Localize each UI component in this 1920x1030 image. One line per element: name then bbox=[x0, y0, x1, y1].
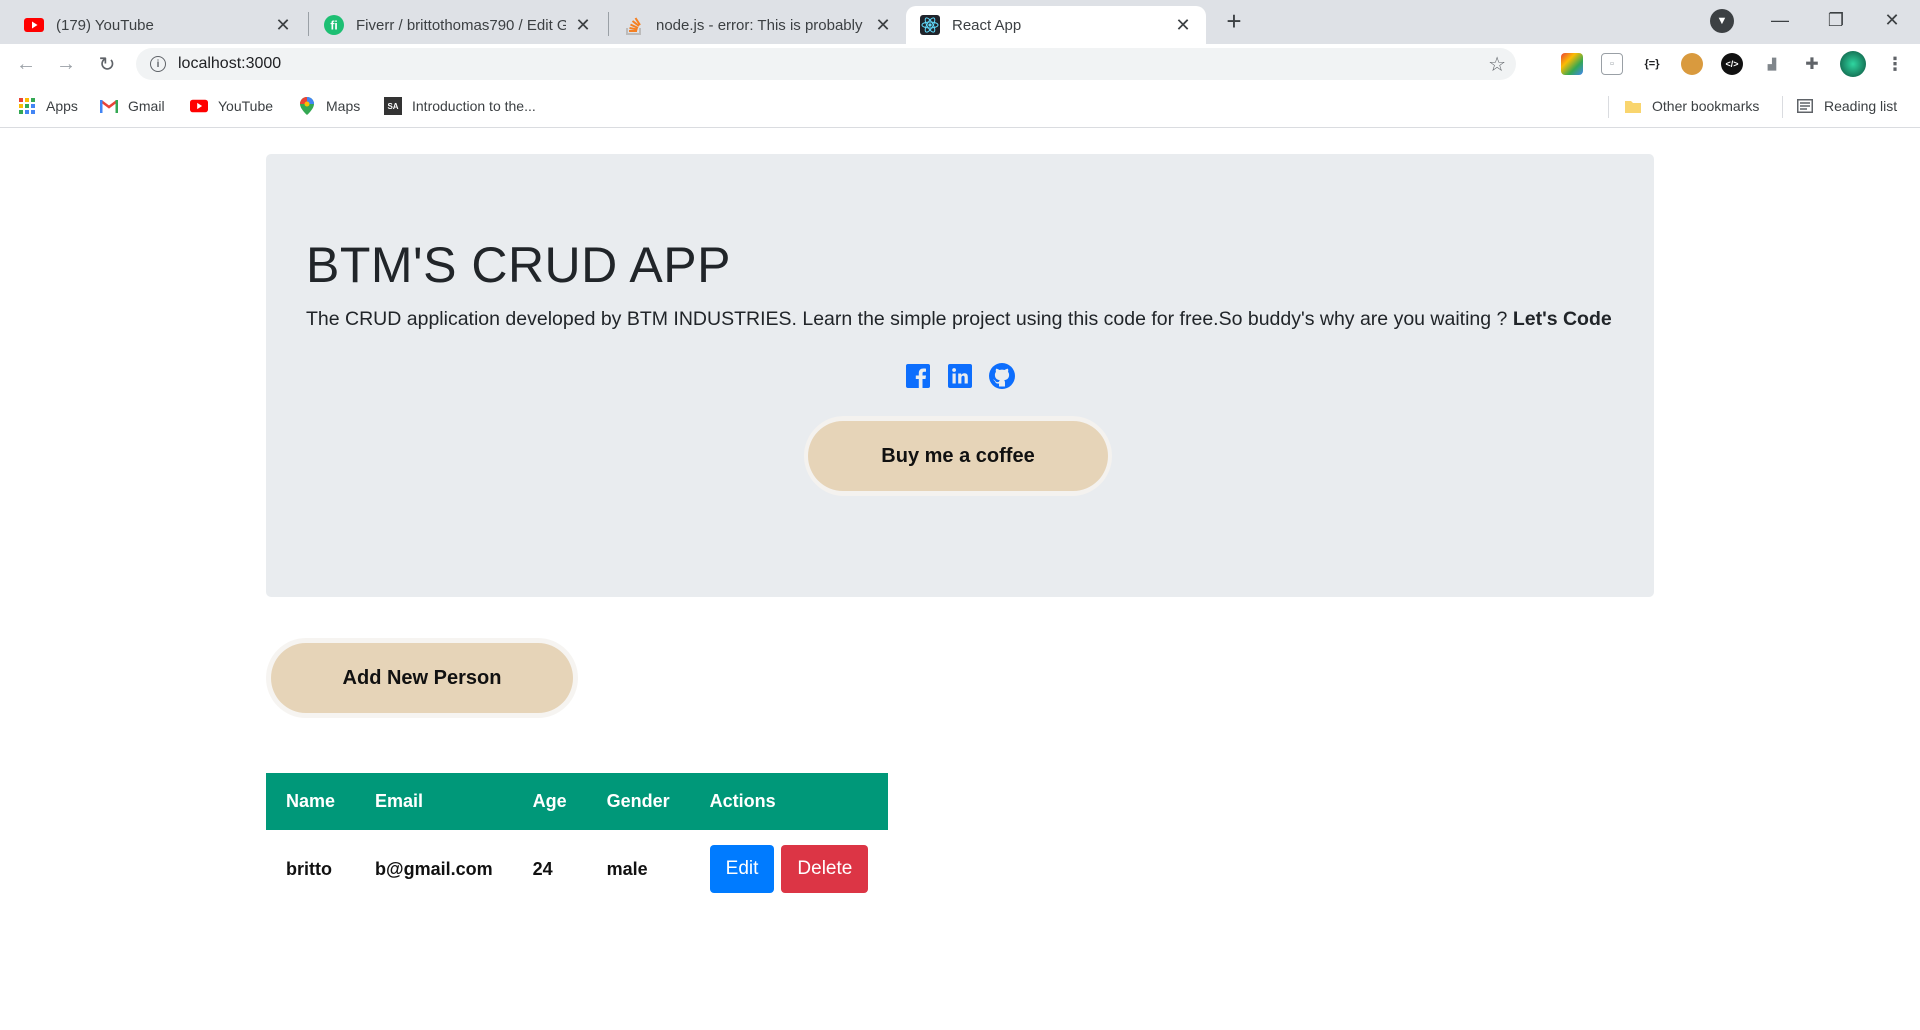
edit-button[interactable]: Edit bbox=[709, 845, 775, 893]
url-text: localhost:3000 bbox=[178, 55, 282, 72]
bookmark-star-icon[interactable]: ☆ bbox=[1488, 52, 1506, 77]
bookmark-apps[interactable]: Apps bbox=[18, 96, 78, 116]
hero-lead-bold: Let's Code bbox=[1512, 308, 1612, 330]
bookmark-label: Apps bbox=[46, 98, 78, 114]
restore-icon[interactable]: ❐ bbox=[1808, 0, 1864, 40]
cell-gender: male bbox=[606, 858, 648, 879]
tab-divider bbox=[608, 12, 609, 36]
cell-email: b@gmail.com bbox=[375, 858, 493, 879]
delete-button[interactable]: Delete bbox=[781, 845, 869, 893]
tab-title: Fiverr / brittothomas790 / Edit Gi bbox=[356, 16, 566, 34]
site-info-icon[interactable]: i bbox=[150, 56, 166, 72]
new-tab-button[interactable]: + bbox=[1218, 6, 1250, 38]
close-tab-icon[interactable]: ✕ bbox=[574, 15, 592, 36]
bookmark-introduction[interactable]: SA Introduction to the... bbox=[384, 96, 536, 116]
bookmark-label: YouTube bbox=[218, 98, 274, 114]
bookmark-gmail[interactable]: Gmail bbox=[100, 96, 165, 116]
hero-jumbotron: BTM'S CRUD APP The CRUD application deve… bbox=[266, 154, 1654, 597]
tab-react-app[interactable]: React App ✕ bbox=[906, 6, 1206, 44]
cell-actions: Edit Delete bbox=[690, 830, 889, 908]
extension-json-icon[interactable]: {=} bbox=[1641, 53, 1663, 75]
bookmark-label: Maps bbox=[326, 98, 361, 114]
extension-chart-icon[interactable]: ▟ bbox=[1761, 53, 1783, 75]
github-icon[interactable] bbox=[988, 362, 1016, 390]
bookmark-youtube[interactable]: YouTube bbox=[190, 96, 273, 116]
bookmark-other[interactable]: Other bookmarks bbox=[1624, 96, 1759, 116]
profile-avatar[interactable] bbox=[1840, 51, 1866, 77]
gmail-icon bbox=[100, 97, 118, 115]
column-header-actions: Actions bbox=[689, 773, 889, 830]
site-icon: SA bbox=[384, 97, 402, 115]
folder-icon bbox=[1624, 97, 1642, 115]
extension-cookie-icon[interactable] bbox=[1681, 53, 1703, 75]
minimize-icon[interactable]: — bbox=[1752, 0, 1808, 40]
svg-text:fi: fi bbox=[330, 19, 337, 33]
bookmark-maps[interactable]: Maps bbox=[298, 96, 360, 116]
tab-title: React App bbox=[952, 16, 1022, 34]
tab-search-icon[interactable]: ▼ bbox=[1710, 9, 1734, 33]
add-new-person-label: Add New Person bbox=[271, 643, 573, 713]
react-icon bbox=[920, 15, 940, 35]
close-window-icon[interactable]: ✕ bbox=[1864, 0, 1920, 40]
column-header-age: Age bbox=[512, 773, 587, 830]
bookmarks-divider bbox=[1608, 96, 1609, 118]
column-header-gender: Gender bbox=[586, 773, 690, 830]
tab-strip: (179) YouTube ✕ fi Fiverr / brittothomas… bbox=[0, 0, 1920, 44]
bookmarks-divider bbox=[1782, 96, 1783, 118]
other-bookmarks-label: Other bookmarks bbox=[1652, 98, 1760, 114]
fiverr-icon: fi bbox=[324, 15, 344, 35]
reading-list-label: Reading list bbox=[1824, 98, 1898, 114]
hero-description: The CRUD application developed by BTM IN… bbox=[306, 308, 1612, 331]
hero-lead-text: The CRUD application developed by BTM IN… bbox=[306, 308, 1513, 330]
cell-age: 24 bbox=[532, 858, 553, 879]
buy-coffee-button[interactable]: Buy me a coffee bbox=[804, 416, 1112, 496]
extension-color-icon[interactable] bbox=[1561, 53, 1583, 75]
extensions-puzzle-icon[interactable]: ✚ bbox=[1801, 53, 1823, 75]
add-new-person-button[interactable]: Add New Person bbox=[266, 638, 578, 718]
youtube-icon bbox=[24, 15, 44, 35]
apps-grid-icon bbox=[18, 97, 36, 115]
column-header-name: Name bbox=[266, 773, 356, 830]
social-links bbox=[904, 362, 1016, 390]
page-title: BTM'S CRUD APP bbox=[306, 237, 731, 293]
tab-title: (179) YouTube bbox=[56, 16, 154, 34]
table-header-row: Name Email Age Gender Actions bbox=[266, 773, 889, 830]
extension-box-icon[interactable]: ▫ bbox=[1601, 53, 1623, 75]
reload-icon[interactable]: ↻ bbox=[91, 48, 123, 80]
facebook-icon[interactable] bbox=[904, 362, 932, 390]
tab-stackoverflow[interactable]: node.js - error: This is probably n ✕ bbox=[610, 6, 906, 44]
maps-pin-icon bbox=[298, 97, 316, 115]
stackoverflow-icon bbox=[624, 15, 644, 35]
cell-name: britto bbox=[286, 858, 332, 879]
bookmark-label: Gmail bbox=[128, 98, 165, 114]
extension-code-icon[interactable]: </> bbox=[1721, 53, 1743, 75]
address-bar[interactable]: i localhost:3000 ☆ bbox=[136, 48, 1516, 80]
menu-dots-icon[interactable]: ⋮ bbox=[1884, 53, 1906, 75]
table-row: britto b@gmail.com 24 male Edit Delete bbox=[266, 830, 888, 908]
close-tab-icon[interactable]: ✕ bbox=[1174, 15, 1192, 36]
close-tab-icon[interactable]: ✕ bbox=[874, 15, 892, 36]
close-tab-icon[interactable]: ✕ bbox=[274, 15, 292, 36]
tab-fiverr[interactable]: fi Fiverr / brittothomas790 / Edit Gi ✕ bbox=[310, 6, 606, 44]
buy-coffee-label: Buy me a coffee bbox=[808, 421, 1108, 491]
youtube-icon bbox=[190, 97, 208, 115]
forward-arrow-icon[interactable]: → bbox=[50, 48, 82, 80]
tab-youtube[interactable]: (179) YouTube ✕ bbox=[10, 6, 306, 44]
tab-divider bbox=[308, 12, 309, 36]
bookmark-label: Introduction to the... bbox=[412, 98, 536, 114]
column-header-email: Email bbox=[355, 773, 513, 830]
back-arrow-icon[interactable]: ← bbox=[10, 48, 42, 80]
reading-list-icon bbox=[1796, 97, 1814, 115]
tab-title: node.js - error: This is probably n bbox=[656, 16, 866, 34]
linkedin-icon[interactable] bbox=[946, 362, 974, 390]
reading-list[interactable]: Reading list bbox=[1796, 96, 1897, 116]
bookmarks-bar: Apps Gmail YouTube Maps SA Introduction … bbox=[0, 84, 1920, 128]
browser-toolbar: ← → ↻ i localhost:3000 ☆ ▫ {=} </> ▟ ✚ ⋮ bbox=[0, 44, 1920, 84]
people-table: Name Email Age Gender Actions britto b@g… bbox=[266, 773, 889, 908]
